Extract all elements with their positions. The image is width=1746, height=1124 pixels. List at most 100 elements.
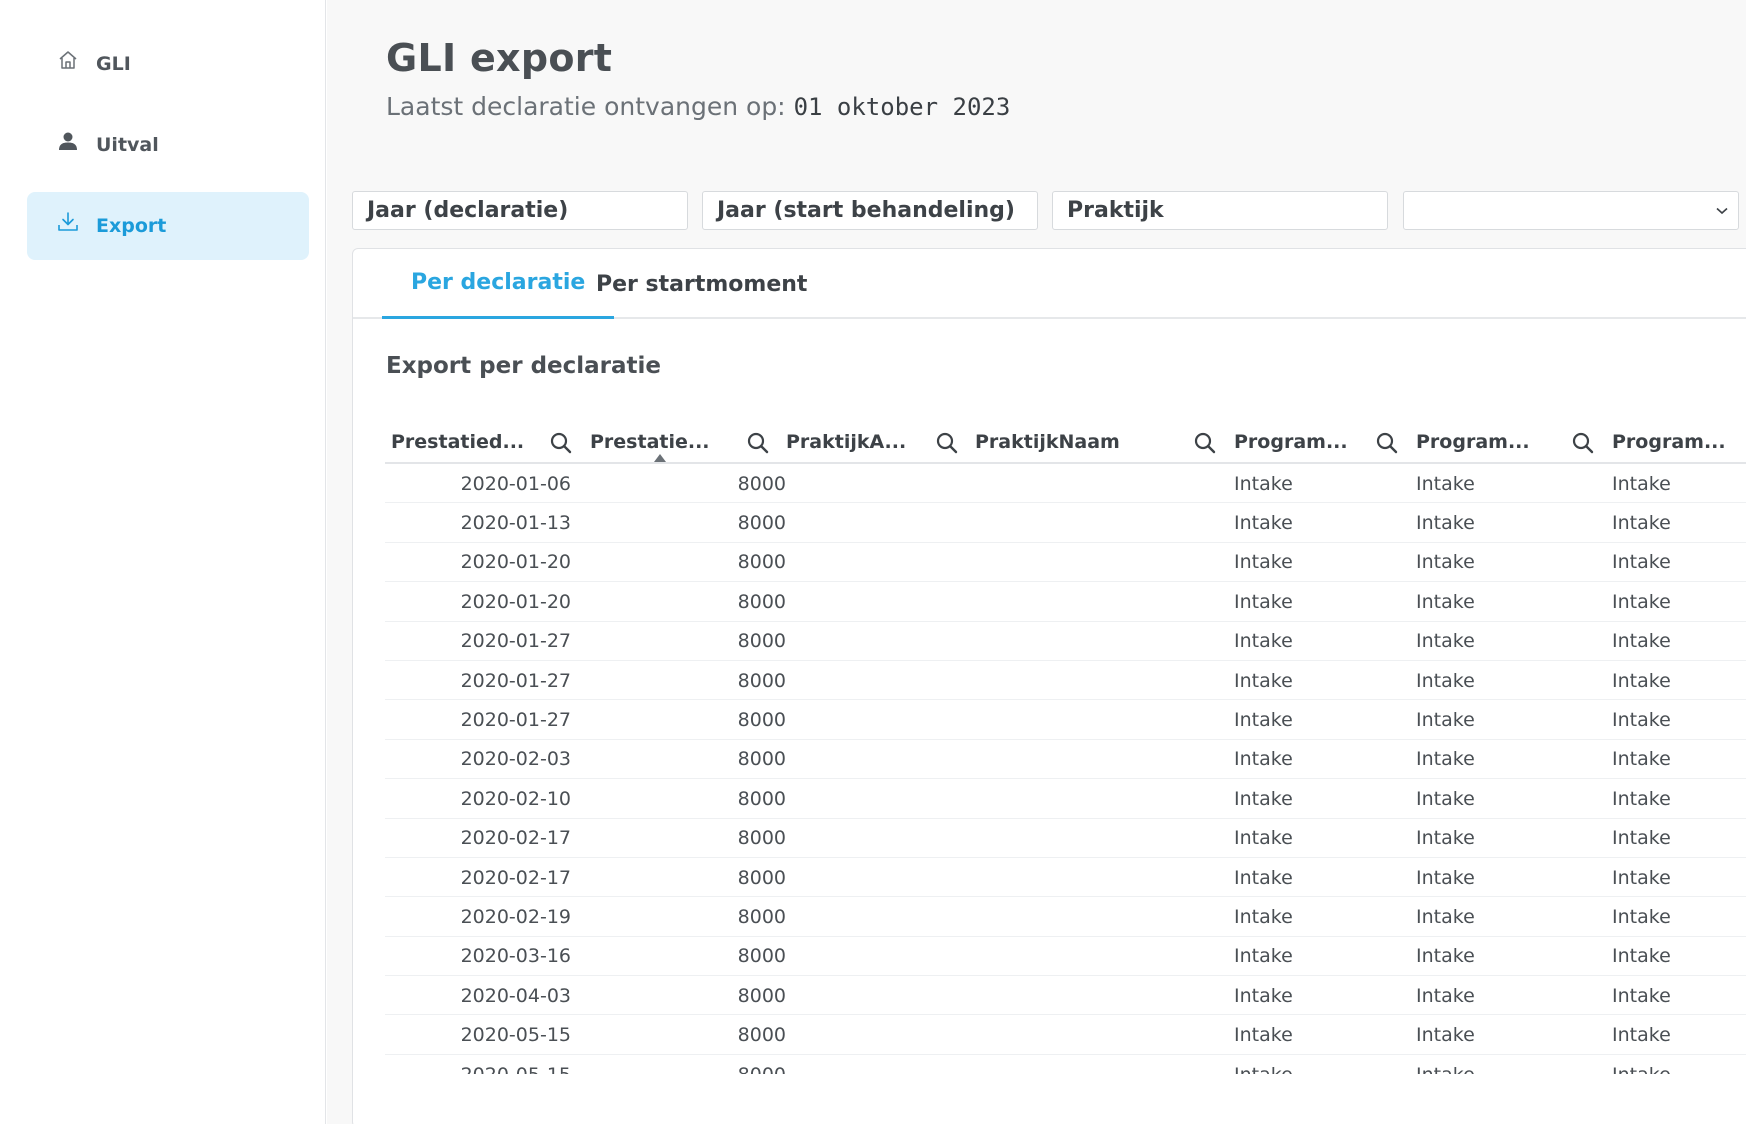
section-title: Export per declaratie	[386, 353, 662, 379]
export-table: Prestatied... Prestatie... PraktijkA... …	[385, 419, 1746, 1074]
sidebar-item-export[interactable]: Export	[27, 192, 309, 260]
cell-programma: Intake	[1234, 630, 1293, 653]
cell-programma: Intake	[1234, 512, 1293, 535]
table-row[interactable]: 2020-01-27 8000 Intake Intake Intake	[385, 622, 1746, 661]
table-row[interactable]: 2020-02-17 8000 Intake Intake Intake	[385, 858, 1746, 898]
cell-prestatiedatum: 2020-05-15	[460, 1024, 571, 1047]
column-header[interactable]: Program...	[1234, 419, 1348, 464]
cell-praktijk-agb	[786, 779, 966, 818]
cell-praktijk-agb	[786, 543, 966, 582]
subtitle-prefix: Laatst declaratie ontvangen op:	[386, 92, 786, 121]
table-row[interactable]: 2020-01-20 8000 Intake Intake Intake	[385, 582, 1746, 622]
search-icon[interactable]	[1193, 431, 1217, 455]
column-header[interactable]: PraktijkNaam	[975, 419, 1120, 464]
table-row[interactable]: 2020-05-15 8000 Intake Intake Intake	[385, 1055, 1746, 1074]
cell-prestatiecode: 8000	[737, 1024, 786, 1047]
cell-praktijk-naam	[975, 661, 1225, 700]
table-row[interactable]: 2020-01-13 8000 Intake Intake Intake	[385, 503, 1746, 543]
cell-programma: Intake	[1416, 787, 1475, 810]
column-header[interactable]: PraktijkA...	[786, 419, 906, 464]
cell-programma: Intake	[1234, 590, 1293, 613]
cell-praktijk-agb	[786, 937, 966, 976]
cell-praktijk-naam	[975, 464, 1225, 503]
cell-programma: Intake	[1234, 1055, 1404, 1074]
sort-ascending-icon[interactable]	[654, 454, 666, 462]
table-row[interactable]: 2020-02-19 8000 Intake Intake Intake	[385, 897, 1746, 937]
column-header[interactable]: Program...	[1612, 419, 1726, 464]
cell-praktijk-naam	[975, 897, 1225, 936]
cell-programma: Intake	[1416, 630, 1475, 653]
cell-prestatiedatum: 2020-03-16	[460, 945, 571, 968]
search-icon[interactable]	[935, 431, 959, 455]
cell-programma: Intake	[1416, 551, 1475, 574]
cell-programma: Intake	[1416, 748, 1475, 771]
cell-programma: Intake	[1612, 827, 1671, 850]
cell-prestatiedatum: 2020-01-20	[460, 590, 571, 613]
table-row[interactable]: 2020-02-03 8000 Intake Intake Intake	[385, 740, 1746, 780]
cell-programma: Intake	[1234, 866, 1293, 889]
tab-per-startmoment[interactable]: Per startmoment	[567, 249, 836, 319]
cell-prestatiedatum: 2020-05-15	[385, 1055, 571, 1074]
table-row[interactable]: 2020-01-06 8000 Intake Intake Intake	[385, 464, 1746, 504]
cell-praktijk-naam	[975, 937, 1225, 976]
tab-bar: Per declaratie Per startmoment	[353, 249, 1746, 319]
table-row[interactable]: 2020-02-10 8000 Intake Intake Intake	[385, 779, 1746, 819]
cell-prestatiedatum: 2020-02-19	[460, 905, 571, 928]
cell-programma: Intake	[1416, 590, 1475, 613]
cell-programma: Intake	[1416, 472, 1475, 495]
cell-praktijk-agb	[786, 700, 966, 739]
column-header[interactable]: Program...	[1416, 419, 1530, 464]
cell-prestatiecode: 8000	[737, 630, 786, 653]
cell-prestatiecode: 8000	[737, 590, 786, 613]
table-row[interactable]: 2020-04-03 8000 Intake Intake Intake	[385, 976, 1746, 1016]
cell-prestatiecode: 8000	[737, 984, 786, 1007]
search-icon[interactable]	[1375, 431, 1399, 455]
table-row[interactable]: 2020-01-27 8000 Intake Intake Intake	[385, 661, 1746, 701]
table-row[interactable]: 2020-05-15 8000 Intake Intake Intake	[385, 1015, 1746, 1055]
table-row[interactable]: 2020-01-27 8000 Intake Intake Intake	[385, 700, 1746, 740]
column-header[interactable]: Prestatied...	[391, 419, 524, 464]
cell-prestatiecode: 8000	[737, 866, 786, 889]
cell-programma: Intake	[1612, 984, 1671, 1007]
filter-label: Jaar (declaratie)	[367, 198, 569, 223]
cell-programma: Intake	[1612, 630, 1671, 653]
cell-praktijk-agb	[786, 976, 966, 1015]
search-icon[interactable]	[1571, 431, 1595, 455]
cell-prestatiecode: 8000	[737, 472, 786, 495]
sidebar-item-uitval[interactable]: Uitval	[27, 111, 309, 179]
cell-praktijk-agb	[786, 819, 966, 858]
table-row[interactable]: 2020-01-20 8000 Intake Intake Intake	[385, 543, 1746, 583]
table-row[interactable]: 2020-02-17 8000 Intake Intake Intake	[385, 819, 1746, 858]
cell-praktijk-agb	[786, 740, 966, 779]
cell-prestatiecode: 8000	[737, 512, 786, 535]
cell-praktijk-naam	[975, 543, 1225, 582]
page-subtitle: Laatst declaratie ontvangen op: 01 oktob…	[386, 92, 1010, 121]
table-row[interactable]: 2020-03-16 8000 Intake Intake Intake	[385, 937, 1746, 977]
cell-praktijk-agb	[786, 503, 966, 542]
cell-praktijk-naam	[975, 503, 1225, 542]
filter-label: Praktijk	[1067, 198, 1164, 223]
cell-prestatiecode: 8000	[737, 827, 786, 850]
column-header[interactable]: Prestatie...	[590, 419, 710, 464]
filter-practice[interactable]: Praktijk	[1052, 191, 1388, 230]
cell-praktijk-naam	[975, 858, 1225, 897]
sidebar: GLI Uitval Export	[0, 0, 326, 1124]
cell-programma: Intake	[1234, 669, 1293, 692]
cell-prestatiedatum: 2020-04-03	[460, 984, 571, 1007]
sidebar-item-gli[interactable]: GLI	[27, 30, 309, 98]
filter-year-start[interactable]: Jaar (start behandeling)	[702, 191, 1038, 230]
page-title: GLI export	[386, 36, 613, 80]
cell-prestatiedatum: 2020-02-03	[460, 748, 571, 771]
cell-programma: Intake	[1416, 827, 1475, 850]
filter-select[interactable]	[1403, 191, 1739, 230]
cell-prestatiecode: 8000	[737, 905, 786, 928]
cell-prestatiedatum: 2020-01-06	[460, 472, 571, 495]
cell-praktijk-naam	[975, 779, 1225, 818]
cell-prestatiecode: 8000	[737, 709, 786, 732]
search-icon[interactable]	[549, 431, 573, 455]
search-icon[interactable]	[746, 431, 770, 455]
home-icon	[56, 48, 80, 72]
cell-programma: Intake	[1612, 512, 1671, 535]
cell-programma: Intake	[1416, 984, 1475, 1007]
filter-year-declaration[interactable]: Jaar (declaratie)	[352, 191, 688, 230]
